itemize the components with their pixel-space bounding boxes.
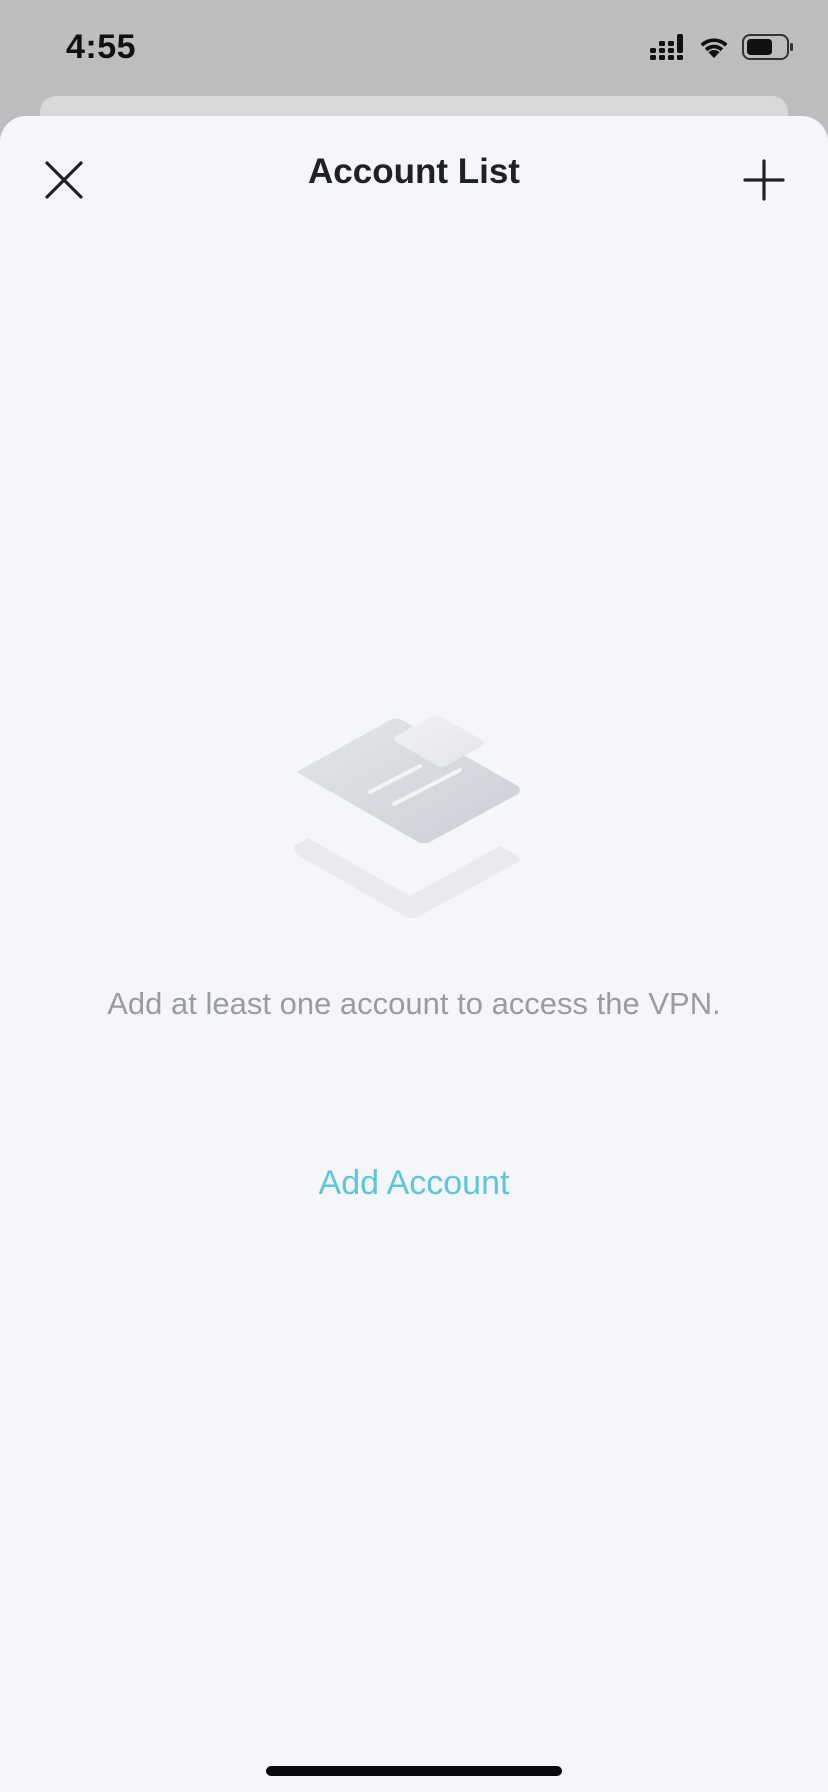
empty-state-message: Add at least one account to access the V… bbox=[107, 986, 721, 1021]
plus-icon bbox=[743, 159, 785, 201]
add-button[interactable] bbox=[734, 150, 794, 210]
status-icons bbox=[650, 34, 794, 60]
status-bar: 4:55 bbox=[0, 0, 828, 96]
battery-icon bbox=[742, 34, 793, 60]
page-title: Account List bbox=[308, 152, 520, 191]
account-list-sheet: Account List Add at least one account to… bbox=[0, 116, 828, 1792]
screen: 4:55 Account List Add at least one accou… bbox=[0, 0, 828, 1792]
home-indicator bbox=[266, 1766, 562, 1776]
empty-documents-icon bbox=[294, 715, 520, 918]
nav-bar: Account List bbox=[0, 116, 828, 228]
add-account-button[interactable]: Add Account bbox=[264, 1164, 564, 1203]
wifi-icon bbox=[700, 38, 728, 58]
status-time: 4:55 bbox=[66, 28, 137, 66]
cellular-signal-icon bbox=[650, 34, 683, 60]
